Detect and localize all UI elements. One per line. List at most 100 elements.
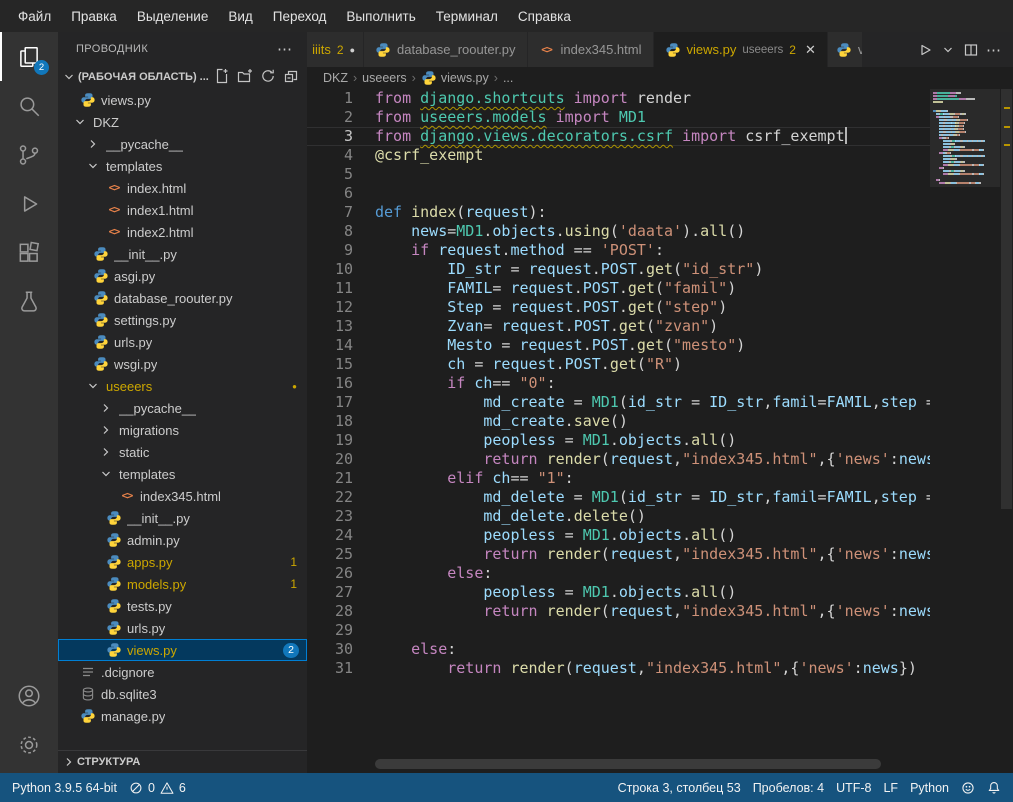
tree-item-index-html[interactable]: <>index.html xyxy=(58,177,307,199)
code-line-12[interactable]: 12 Step = request.POST.get("step") xyxy=(307,298,930,317)
explorer-more-actions-icon[interactable]: ⋯ xyxy=(277,40,293,58)
code-line-22[interactable]: 22 md_delete = MD1(id_str = ID_str,famil… xyxy=(307,488,930,507)
activitybar-account[interactable] xyxy=(0,671,58,720)
code-line-11[interactable]: 11 FAMIL= request.POST.get("famil") xyxy=(307,279,930,298)
tree-item-templates[interactable]: templates xyxy=(58,155,307,177)
tree-item-models-py[interactable]: models.py1 xyxy=(58,573,307,595)
status-notifications[interactable] xyxy=(981,773,1007,802)
code-line-9[interactable]: 9 if request.method == 'POST': xyxy=(307,241,930,260)
menu-item[interactable]: Выделение xyxy=(127,4,219,29)
workspace-action-new-file[interactable] xyxy=(214,68,230,87)
code-line-15[interactable]: 15 ch = request.POST.get("R") xyxy=(307,355,930,374)
tree-item-index345-html[interactable]: <>index345.html xyxy=(58,485,307,507)
tree-item-templates[interactable]: templates xyxy=(58,463,307,485)
activitybar-source-control[interactable] xyxy=(0,130,58,179)
breadcrumb-item-item[interactable]: ... xyxy=(503,71,513,85)
code-line-14[interactable]: 14 Mesto = request.POST.get("mesto") xyxy=(307,336,930,355)
minimap[interactable] xyxy=(930,89,1000,773)
more-actions-button[interactable]: ⋯ xyxy=(984,39,1004,61)
code-line-7[interactable]: 7def index(request): xyxy=(307,203,930,222)
tree-item-index2-html[interactable]: <>index2.html xyxy=(58,221,307,243)
tree-item-tests-py[interactable]: tests.py xyxy=(58,595,307,617)
menu-item[interactable]: Вид xyxy=(218,4,262,29)
workspace-action-collapse-all[interactable] xyxy=(283,68,299,87)
code-line-10[interactable]: 10 ID_str = request.POST.get("id_str") xyxy=(307,260,930,279)
workspace-action-refresh[interactable] xyxy=(260,68,276,87)
code-line-6[interactable]: 6 xyxy=(307,184,930,203)
status-eol[interactable]: LF xyxy=(877,773,904,802)
tree-item-database-roouter-py[interactable]: database_roouter.py xyxy=(58,287,307,309)
code-line-25[interactable]: 25 return render(request,"index345.html"… xyxy=(307,545,930,564)
tree-item-migrations[interactable]: migrations xyxy=(58,419,307,441)
code-line-13[interactable]: 13 Zvan= request.POST.get("zvan") xyxy=(307,317,930,336)
tree-item-apps-py[interactable]: apps.py1 xyxy=(58,551,307,573)
tree-item-dcignore[interactable]: .dcignore xyxy=(58,661,307,683)
status-problems[interactable]: 06 xyxy=(123,773,192,802)
code-line-24[interactable]: 24 peopless = MD1.objects.all() xyxy=(307,526,930,545)
tree-item-views-py[interactable]: views.py2 xyxy=(58,639,307,661)
code-line-5[interactable]: 5 xyxy=(307,165,930,184)
tab-views-py[interactable]: views.pyuseeers2✕ xyxy=(654,32,828,67)
activitybar-explorer[interactable]: 2 xyxy=(0,32,58,81)
menu-item[interactable]: Выполнить xyxy=(336,4,425,29)
tree-item-init-py[interactable]: __init__.py xyxy=(58,507,307,529)
breadcrumb-item-views-py[interactable]: views.py xyxy=(421,70,489,86)
code-line-20[interactable]: 20 return render(request,"index345.html"… xyxy=(307,450,930,469)
tree-item-init-py[interactable]: __init__.py xyxy=(58,243,307,265)
run-dropdown[interactable] xyxy=(938,40,958,60)
tab-index345-html[interactable]: <>index345.html xyxy=(528,32,654,67)
activitybar-extensions[interactable] xyxy=(0,228,58,277)
tree-item-wsgi-py[interactable]: wsgi.py xyxy=(58,353,307,375)
tree-item-index1-html[interactable]: <>index1.html xyxy=(58,199,307,221)
tree-item-manage-py[interactable]: manage.py xyxy=(58,705,307,727)
status-python-interpreter[interactable]: Python 3.9.5 64-bit xyxy=(6,773,123,802)
activitybar-search[interactable] xyxy=(0,81,58,130)
menu-item[interactable]: Справка xyxy=(508,4,581,29)
code-line-30[interactable]: 30 else: xyxy=(307,640,930,659)
code-line-2[interactable]: 2from useeers.models import MD1 xyxy=(307,108,930,127)
code-line-29[interactable]: 29 xyxy=(307,621,930,640)
menu-item[interactable]: Правка xyxy=(61,4,127,29)
horizontal-scrollbar[interactable] xyxy=(375,759,913,769)
status-language-mode[interactable]: Python xyxy=(904,773,955,802)
status-indentation[interactable]: Пробелов: 4 xyxy=(747,773,830,802)
code-line-3[interactable]: 3from django.views.decorators.csrf impor… xyxy=(307,127,930,146)
menu-item[interactable]: Переход xyxy=(263,4,337,29)
breadcrumb-item-useeers[interactable]: useeers xyxy=(362,71,406,85)
tree-item-static[interactable]: static xyxy=(58,441,307,463)
tab-iiits[interactable]: iiits2● xyxy=(307,32,364,67)
workspace-section-header[interactable]: (РАБОЧАЯ ОБЛАСТЬ) ... xyxy=(58,65,307,89)
code-line-17[interactable]: 17 md_create = MD1(id_str = ID_str,famil… xyxy=(307,393,930,412)
menu-item[interactable]: Файл xyxy=(8,4,61,29)
tree-item-settings-py[interactable]: settings.py xyxy=(58,309,307,331)
menu-item[interactable]: Терминал xyxy=(426,4,508,29)
code-line-18[interactable]: 18 md_create.save() xyxy=(307,412,930,431)
tree-item-pycache[interactable]: __pycache__ xyxy=(58,397,307,419)
close-icon[interactable]: ✕ xyxy=(805,42,816,58)
code-line-19[interactable]: 19 peopless = MD1.objects.all() xyxy=(307,431,930,450)
horizontal-scrollbar-thumb[interactable] xyxy=(375,759,881,769)
tree-item-asgi-py[interactable]: asgi.py xyxy=(58,265,307,287)
code-line-28[interactable]: 28 return render(request,"index345.html"… xyxy=(307,602,930,621)
vertical-scrollbar-thumb[interactable] xyxy=(1001,89,1012,509)
status-cursor-position[interactable]: Строка 3, столбец 53 xyxy=(612,773,747,802)
run-button[interactable] xyxy=(915,40,935,60)
status-encoding[interactable]: UTF-8 xyxy=(830,773,877,802)
code-line-21[interactable]: 21 elif ch== "1": xyxy=(307,469,930,488)
code-line-27[interactable]: 27 peopless = MD1.objects.all() xyxy=(307,583,930,602)
code-line-23[interactable]: 23 md_delete.delete() xyxy=(307,507,930,526)
activitybar-testing[interactable] xyxy=(0,277,58,326)
activitybar-settings[interactable] xyxy=(0,720,58,769)
code-line-31[interactable]: 31 return render(request,"index345.html"… xyxy=(307,659,930,678)
tree-item-views-py[interactable]: views.py xyxy=(58,89,307,111)
breadcrumb[interactable]: DKZ›useeers›views.py›... xyxy=(307,67,1013,89)
code-line-1[interactable]: 1from django.shortcuts import render xyxy=(307,89,930,108)
tree-item-useeers[interactable]: useeers● xyxy=(58,375,307,397)
tab-vi[interactable]: vi xyxy=(828,32,863,67)
code-area[interactable]: 1from django.shortcuts import render2fro… xyxy=(307,89,930,773)
tab-database-roouter-py[interactable]: database_roouter.py xyxy=(364,32,528,67)
breadcrumb-item-dkz[interactable]: DKZ xyxy=(323,71,348,85)
code-line-26[interactable]: 26 else: xyxy=(307,564,930,583)
code-line-4[interactable]: 4@csrf_exempt xyxy=(307,146,930,165)
code-line-16[interactable]: 16 if ch== "0": xyxy=(307,374,930,393)
